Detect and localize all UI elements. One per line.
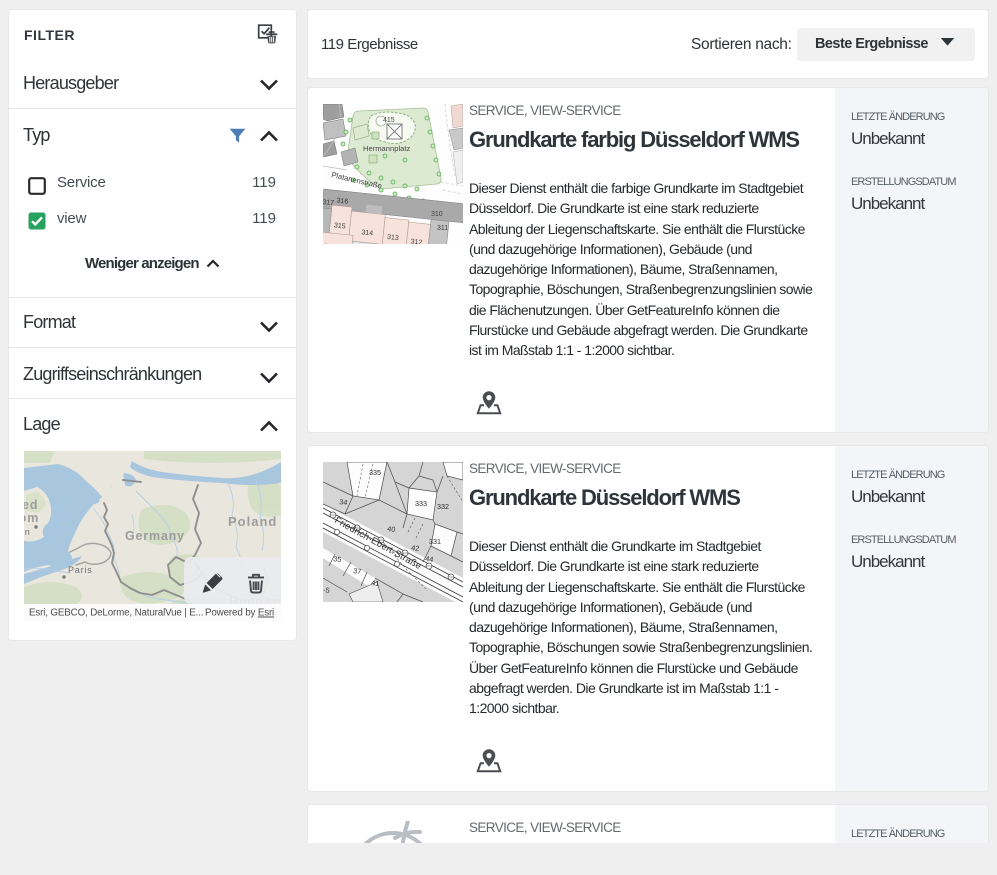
svg-text:Paris: Paris [68, 565, 93, 575]
svg-text:35: 35 [333, 554, 342, 564]
svg-text:44: 44 [425, 554, 434, 564]
svg-text:34: 34 [339, 497, 348, 507]
svg-text:316: 316 [336, 197, 348, 205]
svg-text:314: 314 [361, 229, 373, 237]
svg-text:Hermannplatz: Hermannplatz [363, 144, 410, 153]
svg-text:335: 335 [369, 468, 381, 477]
svg-text:415: 415 [383, 117, 395, 124]
svg-text:333: 333 [415, 499, 427, 508]
svg-text:dom: dom [24, 511, 39, 525]
svg-text:41: 41 [371, 578, 380, 588]
svg-text:310: 310 [431, 211, 443, 218]
svg-text:Powered by Esri: Powered by Esri [205, 608, 274, 619]
svg-text:331: 331 [429, 537, 441, 546]
svg-text:315: 315 [334, 222, 346, 230]
svg-text:Germany: Germany [125, 529, 185, 543]
svg-text:ced: ced [24, 498, 39, 512]
svg-text:Poland: Poland [228, 514, 277, 529]
svg-text:312: 312 [410, 238, 422, 244]
svg-text:332: 332 [437, 502, 449, 511]
svg-text:42: 42 [411, 543, 420, 553]
svg-text:Esri, GEBCO, DeLorme, NaturalV: Esri, GEBCO, DeLorme, NaturalVue | E... [29, 608, 203, 619]
svg-text:311: 311 [437, 225, 448, 232]
svg-text:on: on [24, 527, 31, 537]
svg-text:313: 313 [387, 234, 399, 242]
svg-text:317: 317 [323, 199, 334, 207]
svg-text:37: 37 [353, 566, 362, 576]
svg-text:-5: -5 [323, 585, 330, 595]
svg-text:40: 40 [387, 524, 396, 534]
svg-text:349: 349 [323, 243, 335, 244]
